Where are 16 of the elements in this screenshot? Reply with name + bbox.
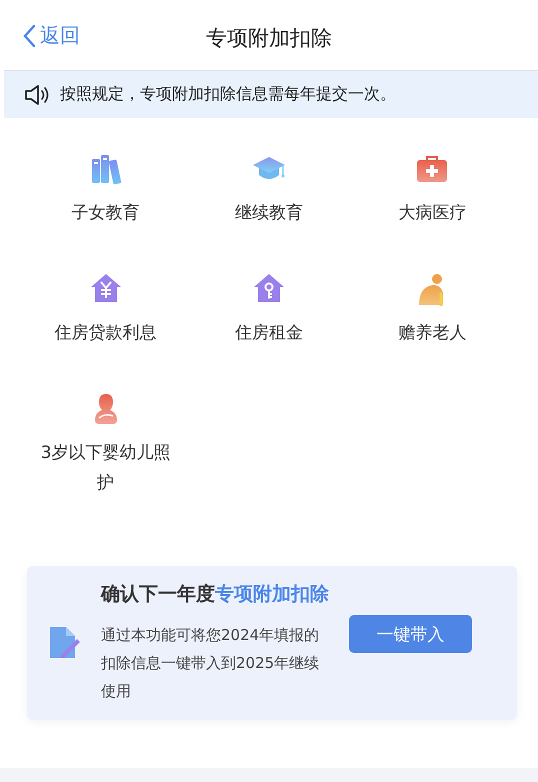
deduction-category[interactable]: 赡养老人 <box>350 272 514 348</box>
card-description: 通过本功能可将您2024年填报的扣除信息一键带入到2025年继续使用 <box>101 625 320 702</box>
card-title: 确认下一年度专项附加扣除 <box>101 582 330 607</box>
deduction-category[interactable]: 3岁以下婴幼儿照护 <box>24 392 188 498</box>
notice-text: 按照规定，专项附加扣除信息需每年提交一次。 <box>60 84 396 105</box>
document-edit-icon <box>47 625 83 661</box>
deduction-category[interactable]: 住房贷款利息 <box>24 272 188 348</box>
deduction-category[interactable]: 子女教育 <box>24 152 188 228</box>
deduction-category[interactable]: 大病医疗 <box>350 152 514 228</box>
chevron-left-icon <box>22 24 36 48</box>
page-title: 专项附加扣除 <box>206 25 332 52</box>
import-button[interactable]: 一键带入 <box>349 615 472 653</box>
deduction-category[interactable]: 继续教育 <box>187 152 351 228</box>
speaker-icon <box>24 84 50 106</box>
deduction-category[interactable]: 住房租金 <box>187 272 351 348</box>
back-button[interactable]: 返回 <box>22 22 80 49</box>
